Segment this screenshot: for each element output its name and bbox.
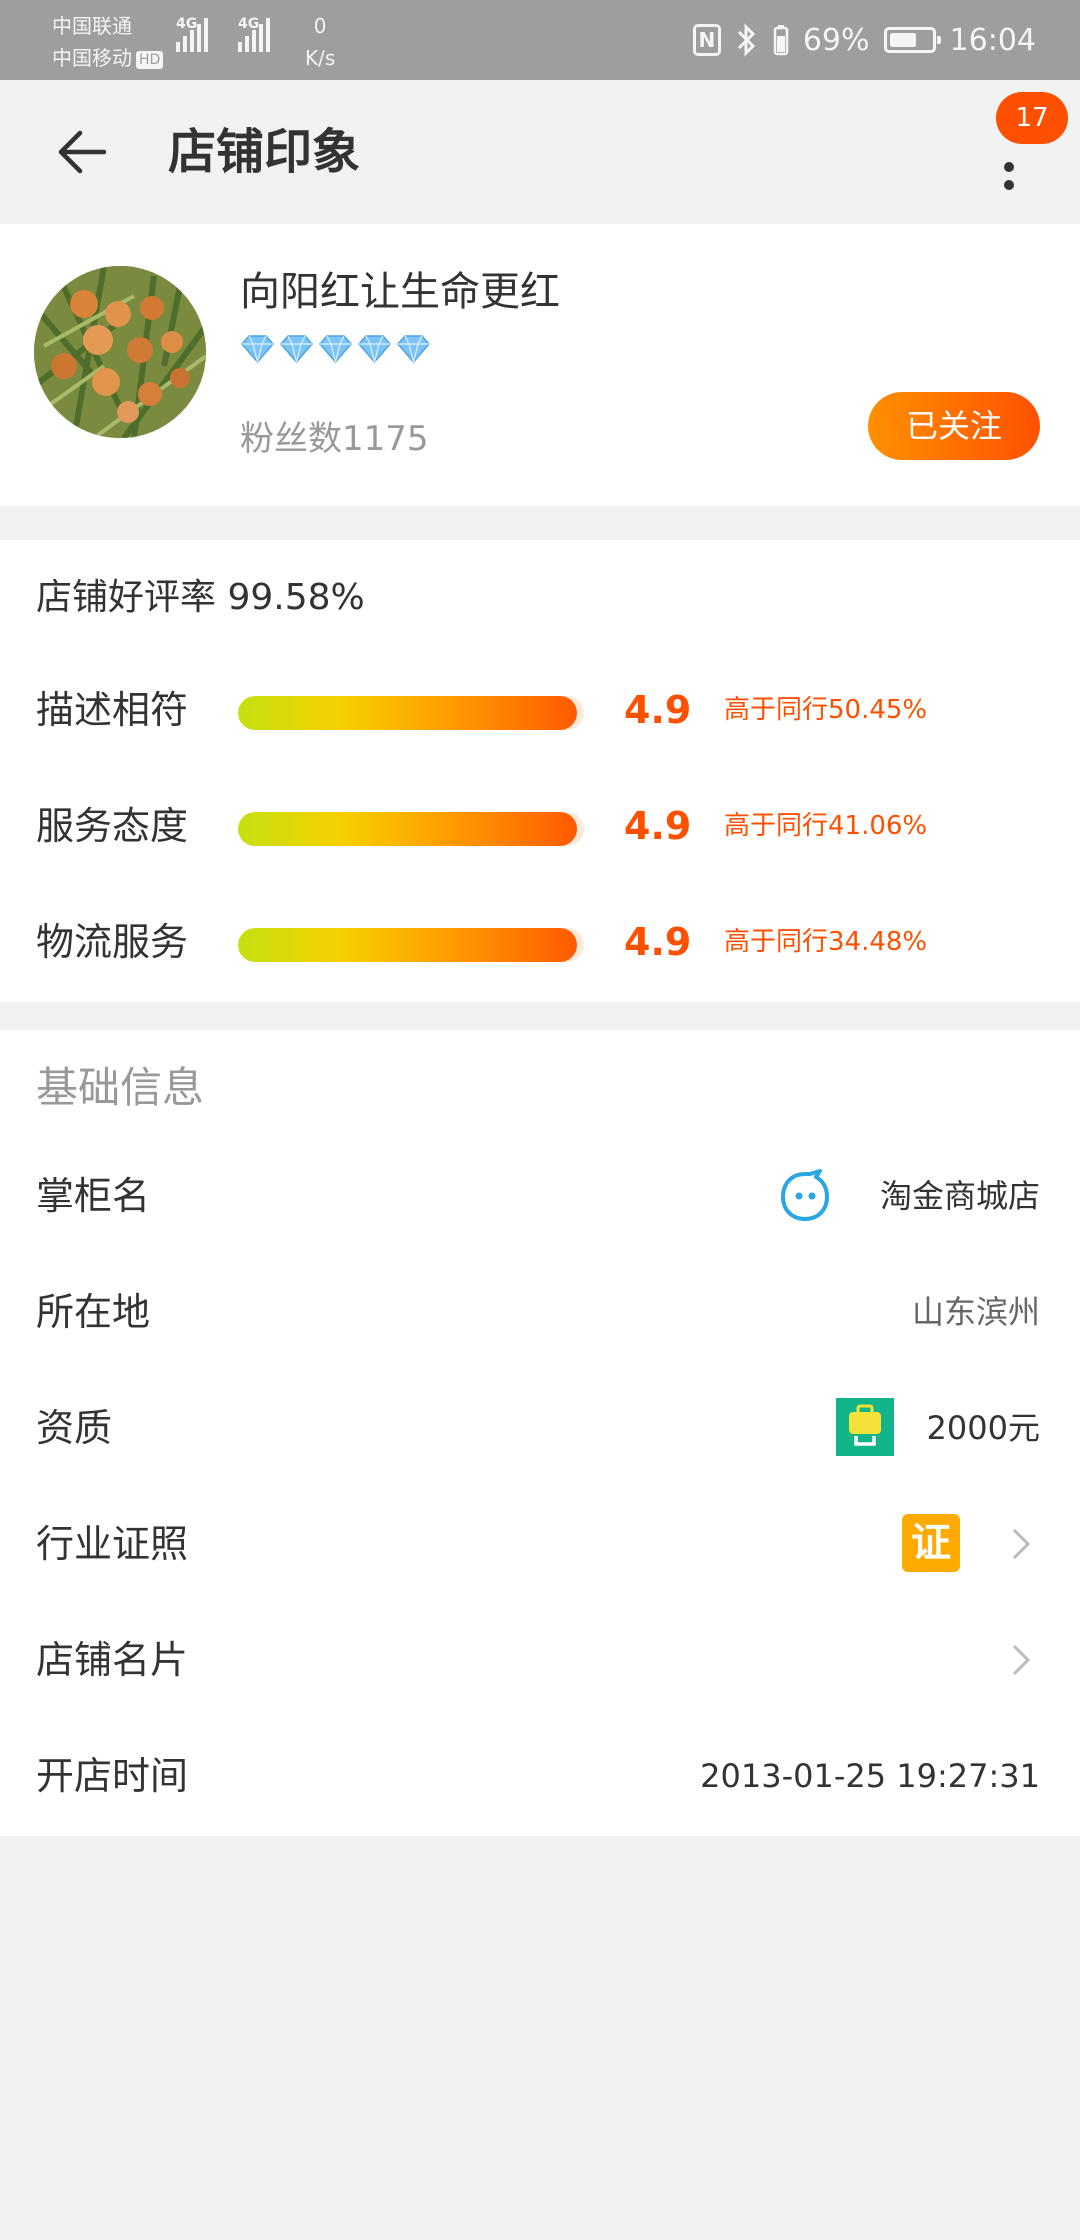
rating-score: 4.9 xyxy=(624,688,692,732)
rating-bar xyxy=(238,812,584,846)
rating-row-description: 描述相符 4.9 高于同行50.45% xyxy=(0,670,1080,750)
wangwang-chat-icon[interactable] xyxy=(776,1168,834,1226)
chevron-right-icon xyxy=(1012,1528,1031,1560)
rating-label: 描述相符 xyxy=(36,688,189,732)
rating-row-logistics: 物流服务 4.9 高于同行34.48% xyxy=(0,902,1080,982)
opened-row: 开店时间 2013-01-25 19:27:31 xyxy=(0,1718,1080,1834)
deposit-icon xyxy=(836,1398,894,1456)
network-type-1: 4G xyxy=(176,16,198,32)
more-vertical-icon[interactable] xyxy=(980,132,1036,212)
opened-label: 开店时间 xyxy=(36,1754,189,1798)
owner-row[interactable]: 掌柜名 淘金商城店 xyxy=(0,1138,1080,1254)
owner-label: 掌柜名 xyxy=(36,1174,151,1218)
rating-label: 物流服务 xyxy=(36,920,189,964)
clock: 16:04 xyxy=(949,22,1036,58)
location-label: 所在地 xyxy=(36,1290,151,1334)
rating-bar-fill xyxy=(238,696,578,730)
rating-bar-fill xyxy=(238,928,578,962)
rating-bar xyxy=(238,928,584,962)
rating-compare: 高于同行50.45% xyxy=(724,695,928,725)
fans-count: 粉丝数1175 xyxy=(240,419,429,459)
license-row[interactable]: 行业证照 证 xyxy=(0,1486,1080,1602)
bluetooth-icon xyxy=(737,23,755,57)
speed-value: 0 xyxy=(313,14,327,38)
shop-name: 向阳红让生命更红 xyxy=(240,269,560,315)
notification-badge: 17 xyxy=(996,92,1068,144)
rating-row-service: 服务态度 4.9 高于同行41.06% xyxy=(0,786,1080,866)
network-speed: 0 K/s xyxy=(305,10,335,74)
battery-small-icon xyxy=(773,25,789,56)
shop-card: 向阳红让生命更红 粉丝数1175 已关注 xyxy=(0,224,1080,506)
status-bar: 中国联通 中国移动 HD 4G 4G 0 K/s N 69% 16:04 xyxy=(0,0,1080,80)
location-value: 山东滨州 xyxy=(911,1293,1040,1331)
qualification-row: 资质 2000元 xyxy=(0,1370,1080,1486)
license-label: 行业证照 xyxy=(36,1522,189,1566)
app-header: 店铺印象 xyxy=(0,80,1080,224)
signal-1-icon: 4G xyxy=(176,16,208,52)
rating-compare: 高于同行34.48% xyxy=(724,927,928,957)
diamond-icon xyxy=(319,335,352,364)
battery-icon xyxy=(883,27,941,53)
rating-compare: 高于同行41.06% xyxy=(724,811,928,841)
credit-level xyxy=(240,334,431,364)
rating-bar xyxy=(238,696,584,730)
follow-button[interactable]: 已关注 xyxy=(868,392,1040,460)
shop-avatar[interactable] xyxy=(34,266,206,438)
carrier-info: 中国联通 中国移动 HD xyxy=(52,10,164,74)
location-row: 所在地 山东滨州 xyxy=(0,1254,1080,1370)
shop-card-row[interactable]: 店铺名片 xyxy=(0,1602,1080,1718)
diamond-icon xyxy=(397,335,430,364)
opened-value: 2013-01-25 19:27:31 xyxy=(700,1757,1040,1795)
chevron-right-icon xyxy=(1012,1644,1031,1676)
qualification-label: 资质 xyxy=(36,1406,113,1450)
status-indicators: N 69% 16:04 xyxy=(692,18,1036,62)
rating-bar-fill xyxy=(238,812,578,846)
speed-unit: K/s xyxy=(305,46,336,70)
diamond-icon xyxy=(358,335,391,364)
rating-score: 4.9 xyxy=(624,804,692,848)
arrow-left-icon[interactable] xyxy=(48,116,120,188)
battery-percent: 69% xyxy=(802,22,870,58)
page-title: 店铺印象 xyxy=(168,124,361,180)
carrier-2: 中国移动 xyxy=(52,46,132,70)
carrier-1: 中国联通 xyxy=(52,14,132,38)
hd-badge: HD xyxy=(136,50,164,69)
license-cert-icon: 证 xyxy=(902,1514,960,1572)
basic-info-section: 基础信息 掌柜名 淘金商城店 所在地 山东滨州 资质 2000元 行业证照 证 … xyxy=(0,1030,1080,1836)
ratings-section: 店铺好评率 99.58% 描述相符 4.9 高于同行50.45% 服务态度 4.… xyxy=(0,540,1080,1002)
owner-value: 淘金商城店 xyxy=(879,1177,1040,1215)
network-type-2: 4G xyxy=(238,16,260,32)
qualification-value: 2000元 xyxy=(926,1409,1040,1447)
diamond-icon xyxy=(241,335,274,364)
diamond-icon xyxy=(280,335,313,364)
rating-score: 4.9 xyxy=(624,920,692,964)
signal-2-icon: 4G xyxy=(238,16,270,52)
shop-card-label: 店铺名片 xyxy=(36,1638,189,1682)
good-rate: 店铺好评率 99.58% xyxy=(36,577,365,618)
nfc-icon: N xyxy=(692,24,721,56)
rating-label: 服务态度 xyxy=(36,804,189,848)
section-title: 基础信息 xyxy=(36,1063,205,1112)
